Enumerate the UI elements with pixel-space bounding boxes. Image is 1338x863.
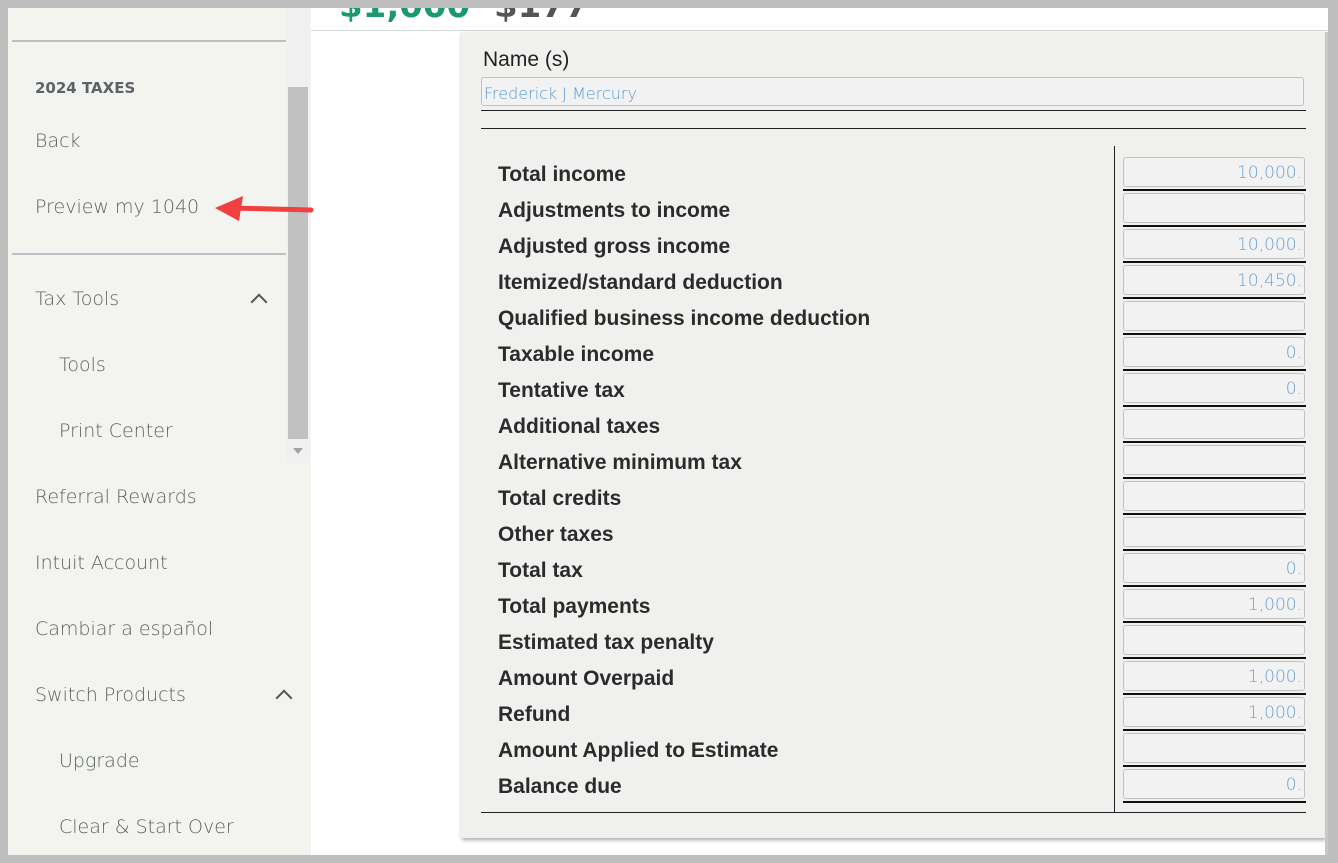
divider	[1123, 657, 1306, 659]
sidebar-item-tax-tools[interactable]: Tax Tools	[35, 288, 119, 310]
row-value-field[interactable]: 10,450.	[1123, 265, 1305, 295]
divider	[1123, 297, 1306, 299]
sidebar-item-intuit-account[interactable]: Intuit Account	[35, 552, 168, 574]
sidebar-item-print-center[interactable]: Print Center	[59, 420, 173, 442]
row-label: Total credits	[498, 487, 622, 510]
divider	[1123, 729, 1306, 731]
row-label: Qualified business income deduction	[498, 307, 871, 330]
sidebar-item-switch-products[interactable]: Switch Products	[35, 684, 186, 706]
divider	[1123, 621, 1306, 623]
scrollbar[interactable]	[287, 8, 309, 463]
divider	[1123, 369, 1306, 371]
name-field[interactable]: Frederick J Mercury	[481, 77, 1304, 106]
sidebar-item-referral-rewards[interactable]: Referral Rewards	[35, 486, 197, 508]
sidebar-item-upgrade[interactable]: Upgrade	[59, 750, 140, 772]
divider	[1123, 477, 1306, 479]
row-value-field[interactable]: 1,000.	[1123, 589, 1305, 619]
row-label: Tentative tax	[498, 379, 625, 402]
row-label: Amount Applied to Estimate	[498, 739, 779, 762]
row-value-field[interactable]: 10,000.	[1123, 229, 1305, 259]
section-title: 2024 TAXES	[35, 79, 136, 97]
chevron-up-icon[interactable]	[250, 293, 268, 311]
row-label: Other taxes	[498, 523, 614, 546]
divider	[1123, 513, 1306, 515]
chevron-up-icon[interactable]	[275, 689, 293, 707]
row-value-field[interactable]: 0.	[1123, 373, 1305, 403]
row-label: Alternative minimum tax	[498, 451, 742, 474]
tax-amount: $177	[494, 8, 589, 26]
name-label: Name (s)	[483, 48, 570, 71]
row-value-field[interactable]: 10,000.	[1123, 157, 1305, 187]
row-label: Adjustments to income	[498, 199, 731, 222]
row-label: Amount Overpaid	[498, 667, 675, 690]
row-value-field[interactable]	[1123, 301, 1305, 331]
sidebar-item-cambiar-a-espa-ol[interactable]: Cambiar a español	[35, 618, 213, 640]
row-label: Adjusted gross income	[498, 235, 731, 258]
row-label: Additional taxes	[498, 415, 661, 438]
sidebar-item-tools[interactable]: Tools	[59, 354, 106, 376]
row-label: Total income	[498, 163, 626, 186]
row-value-field[interactable]: 0.	[1123, 337, 1305, 367]
row-label: Total tax	[498, 559, 583, 582]
divider	[1123, 225, 1306, 227]
federal-refund-amount: $1,000	[339, 8, 470, 26]
refund-header: $1,000 $177	[311, 8, 1328, 31]
annotation-arrow-icon	[215, 196, 314, 221]
sidebar-item-preview-my-1040[interactable]: Preview my 1040	[35, 196, 199, 218]
row-label: Total payments	[498, 595, 651, 618]
row-label: Refund	[498, 703, 571, 726]
row-value-field[interactable]	[1123, 481, 1305, 511]
sidebar: 2024 TAXES Back Preview my 1040 Tax Tools T…	[8, 8, 311, 855]
sidebar-item-back[interactable]: Back	[35, 130, 81, 152]
row-value-field[interactable]	[1123, 445, 1305, 475]
row-value-field[interactable]	[1123, 193, 1305, 223]
divider	[1123, 585, 1306, 587]
row-value-field[interactable]: 1,000.	[1123, 661, 1305, 691]
app-window: 2024 TAXES Back Preview my 1040 Tax Tools T…	[8, 8, 1328, 855]
scroll-down-arrow-icon[interactable]	[293, 448, 303, 454]
row-label: Taxable income	[498, 343, 655, 366]
row-value-field[interactable]	[1123, 625, 1305, 655]
divider	[1123, 189, 1306, 191]
row-label: Estimated tax penalty	[498, 631, 714, 654]
divider	[1123, 333, 1306, 335]
row-label: Itemized/standard deduction	[498, 271, 783, 294]
row-label: Balance due	[498, 775, 622, 798]
row-value-field[interactable]	[1123, 517, 1305, 547]
sidebar-item-clear-start-over[interactable]: Clear & Start Over	[59, 816, 234, 838]
divider	[12, 40, 286, 42]
row-value-field[interactable]	[1123, 409, 1305, 439]
scrollbar-thumb[interactable]	[288, 87, 308, 439]
row-value-field[interactable]: 0.	[1123, 769, 1305, 799]
divider	[12, 253, 286, 255]
divider	[1123, 549, 1306, 551]
divider	[1123, 405, 1306, 407]
row-value-field[interactable]: 1,000.	[1123, 697, 1305, 727]
divider	[1123, 801, 1306, 803]
divider	[1123, 441, 1306, 443]
tax-summary-form: Name (s) Frederick J Mercury Total incom…	[461, 32, 1325, 838]
row-value-field[interactable]	[1123, 733, 1305, 763]
divider	[1123, 765, 1306, 767]
divider	[1123, 261, 1306, 263]
divider	[1123, 693, 1306, 695]
row-value-field[interactable]: 0.	[1123, 553, 1305, 583]
